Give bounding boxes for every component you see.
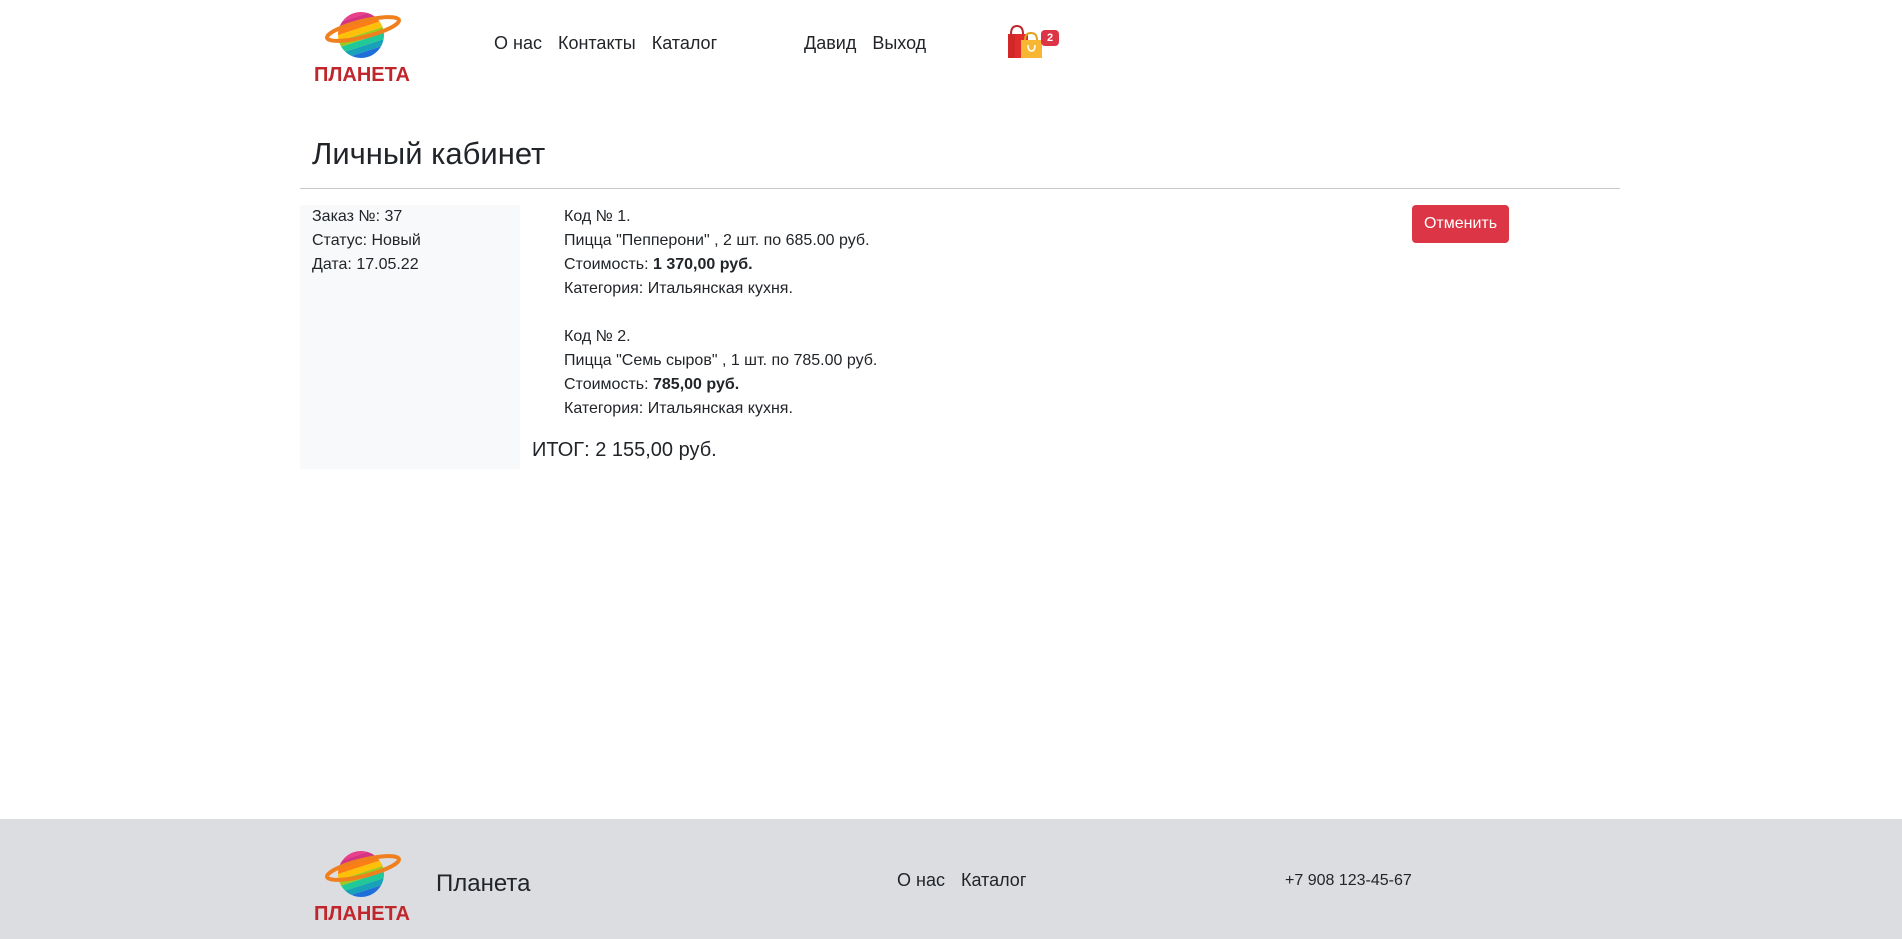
planeta-logo[interactable]: ПЛАНЕТА	[309, 5, 415, 85]
order-item: Код № 2. Пицца "Семь сыров" , 1 шт. по 7…	[564, 325, 1264, 421]
footer-about-link[interactable]: О нас	[897, 868, 945, 892]
order-items-list: Код № 1. Пицца "Пепперони" , 2 шт. по 68…	[564, 205, 1264, 445]
order-date: Дата: 17.05.22	[312, 256, 419, 273]
site-footer: ПЛАНЕТА Планета О нас Каталог +7 908 123…	[0, 819, 1902, 939]
item-cost-value: 1 370,00 руб.	[653, 256, 753, 273]
logout-link[interactable]: Выход	[872, 31, 926, 55]
nav-about-link[interactable]: О нас	[494, 31, 542, 55]
user-name-link[interactable]: Давид	[804, 31, 856, 55]
cancel-order-button[interactable]: Отменить	[1412, 205, 1509, 243]
footer-catalog-link[interactable]: Каталог	[961, 868, 1026, 892]
footer-nav: О нас Каталог	[897, 868, 1026, 892]
cart-button[interactable]: 2	[1005, 22, 1061, 62]
item-cost-value: 785,00 руб.	[653, 376, 740, 393]
planeta-logo[interactable]: ПЛАНЕТА	[309, 844, 415, 924]
item-code: Код № 2.	[564, 328, 631, 345]
item-cost: Стоимость: 1 370,00 руб.	[564, 253, 1264, 277]
page-title: Личный кабинет	[312, 136, 546, 171]
order-item: Код № 1. Пицца "Пепперони" , 2 шт. по 68…	[564, 205, 1264, 301]
item-cost-label: Стоимость:	[564, 376, 653, 393]
item-category: Категория: Итальянская кухня.	[564, 400, 793, 417]
order-status: Статус: Новый	[312, 232, 421, 249]
site-header: ПЛАНЕТА О нас Контакты Каталог Давид Вых…	[0, 0, 1902, 90]
order-number: Заказ №: 37	[312, 208, 403, 225]
shopping-bags-icon	[1008, 24, 1042, 58]
svg-text:ПЛАНЕТА: ПЛАНЕТА	[314, 64, 410, 85]
footer-brand-name: Планета	[436, 870, 531, 897]
planet-icon: ПЛАНЕТА	[314, 6, 410, 85]
item-description: Пицца "Семь сыров" , 1 шт. по 785.00 руб…	[564, 352, 878, 369]
planet-icon: ПЛАНЕТА	[314, 845, 410, 924]
user-nav: Давид Выход	[804, 31, 926, 55]
order-info-panel: Заказ №: 37 Статус: Новый Дата: 17.05.22	[300, 205, 520, 469]
item-description: Пицца "Пепперони" , 2 шт. по 685.00 руб.	[564, 232, 870, 249]
item-cost: Стоимость: 785,00 руб.	[564, 373, 1264, 397]
title-divider	[300, 188, 1620, 189]
nav-catalog-link[interactable]: Каталог	[652, 31, 717, 55]
order-total: ИТОГ: 2 155,00 руб.	[532, 439, 717, 461]
item-cost-label: Стоимость:	[564, 256, 653, 273]
nav-contacts-link[interactable]: Контакты	[558, 31, 636, 55]
main-nav: О нас Контакты Каталог	[494, 31, 717, 55]
item-category: Категория: Итальянская кухня.	[564, 280, 793, 297]
cart-count-badge: 2	[1041, 30, 1059, 46]
footer-phone: +7 908 123-45-67	[1285, 872, 1412, 889]
svg-text:ПЛАНЕТА: ПЛАНЕТА	[314, 903, 410, 924]
item-code: Код № 1.	[564, 208, 631, 225]
